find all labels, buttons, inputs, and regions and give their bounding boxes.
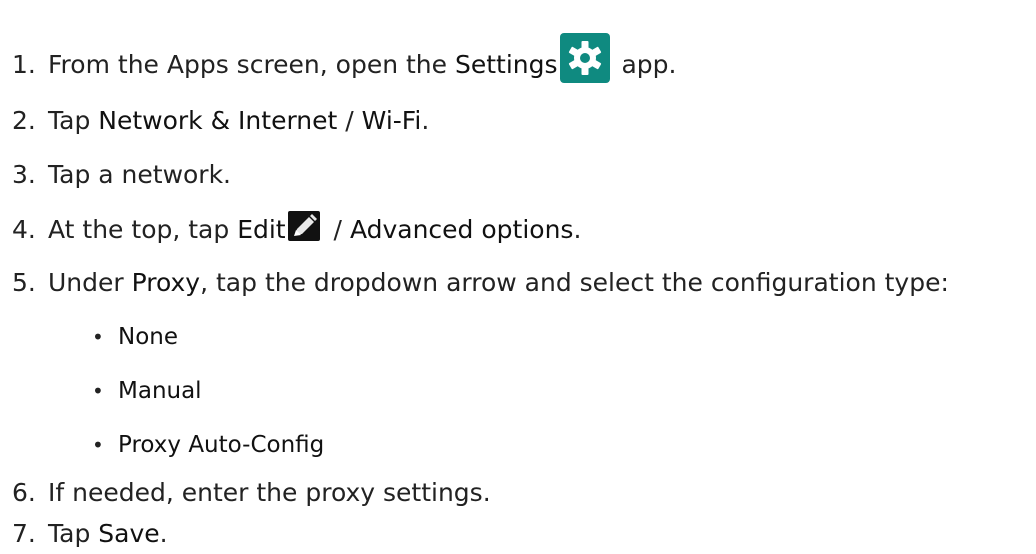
step-number: 2. — [12, 106, 36, 135]
separator: / — [325, 215, 350, 244]
option-label: Proxy Auto-Config — [118, 432, 325, 458]
step-number: 4. — [12, 215, 36, 244]
settings-term: Settings — [454, 50, 558, 79]
option-none: • None — [92, 317, 178, 357]
step-text: Tap — [48, 106, 99, 135]
step-text-end: . — [159, 519, 168, 548]
edit-term: Edit — [237, 215, 286, 244]
option-label: Manual — [118, 378, 202, 404]
step-1: 1. From the Apps screen, open the Setting… — [12, 33, 677, 83]
step-text: Tap a network. — [48, 160, 232, 189]
step-number: 6. — [12, 478, 36, 507]
option-proxy-auto-config: • Proxy Auto-Config — [92, 425, 324, 465]
step-5: 5. Under Proxy, tap the dropdown arrow an… — [12, 263, 949, 303]
step-text-end: . — [421, 106, 430, 135]
separator: / — [337, 106, 362, 135]
step-number: 3. — [12, 160, 36, 189]
step-4: 4. At the top, tap Edit / Advanced option… — [12, 210, 581, 250]
step-2: 2. Tap Network & Internet / Wi-Fi. — [12, 101, 429, 141]
step-text: Tap — [48, 519, 99, 548]
bullet: • — [92, 433, 104, 457]
bullet: • — [92, 325, 104, 349]
step-number: 5. — [12, 268, 36, 297]
proxy-term: Proxy — [131, 268, 201, 297]
step-text: From the Apps screen, open the — [48, 50, 455, 79]
advanced-options-term: Advanced options — [349, 215, 574, 244]
step-text: At the top, tap — [48, 215, 238, 244]
step-text-end: app. — [613, 50, 677, 79]
step-text: Under — [48, 268, 132, 297]
step-text-end: . — [573, 215, 582, 244]
settings-gear-icon — [559, 33, 610, 83]
save-term: Save — [98, 519, 160, 548]
bullet: • — [92, 379, 104, 403]
wifi-term: Wi-Fi — [361, 106, 422, 135]
pencil-edit-icon — [287, 211, 320, 241]
step-7: 7. Tap Save. — [12, 514, 168, 554]
step-text-end: , tap the dropdown arrow and select the … — [200, 268, 949, 297]
option-manual: • Manual — [92, 371, 202, 411]
step-3: 3. Tap a network. — [12, 155, 231, 195]
step-number: 7. — [12, 519, 36, 548]
step-number: 1. — [12, 50, 36, 79]
step-text: If needed, enter the proxy settings. — [48, 478, 491, 507]
option-label: None — [118, 324, 179, 350]
network-internet-term: Network & Internet — [98, 106, 338, 135]
step-6: 6. If needed, enter the proxy settings. — [12, 473, 491, 513]
